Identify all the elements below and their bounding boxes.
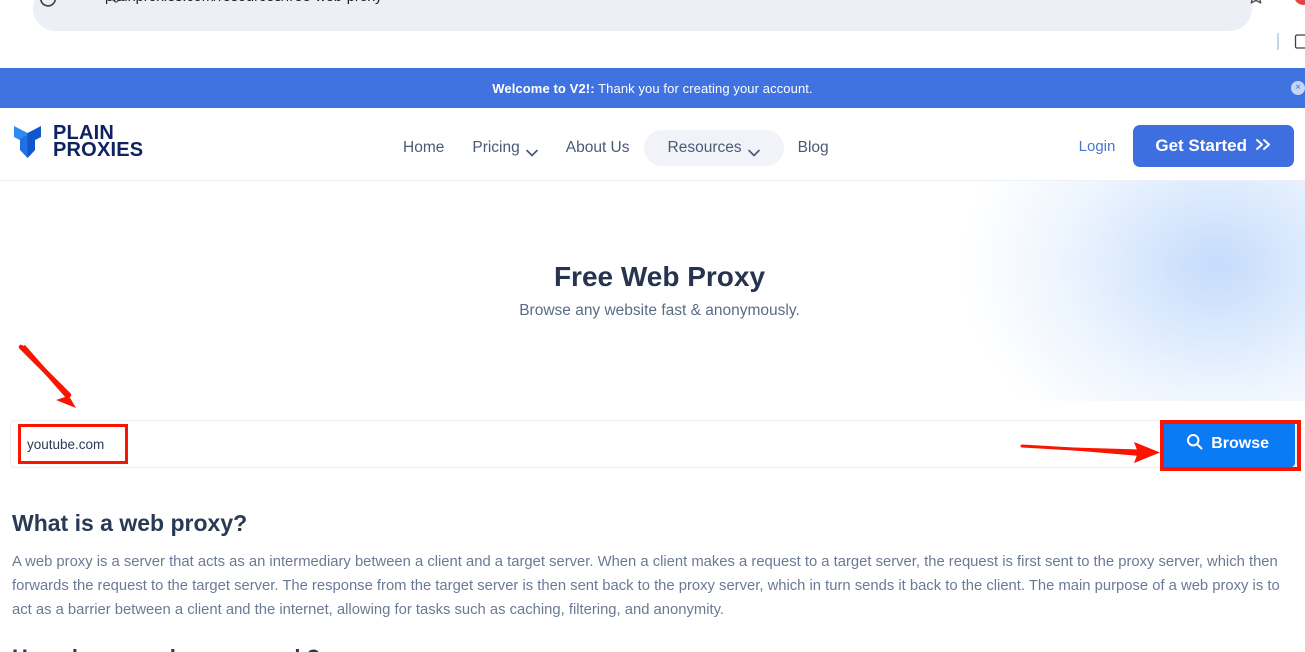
chevron-down-icon (747, 144, 760, 157)
site-logo-text: PLAIN PROXIES (53, 123, 144, 161)
nav-label-pricing: Pricing (472, 139, 520, 156)
site-header: PLAIN PROXIES Home Pricing About Us Reso… (0, 108, 1305, 181)
nav-item-resources[interactable]: Resources (643, 130, 784, 166)
site-logo[interactable]: PLAIN PROXIES (11, 122, 143, 162)
profile-avatar-icon[interactable] (1294, 0, 1305, 5)
reload-icon[interactable] (37, 0, 59, 10)
welcome-banner-text: Welcome to V2!: Thank you for creating y… (492, 81, 812, 96)
page-title: Free Web Proxy (553, 261, 766, 292)
proxy-search-bar: Browse (10, 420, 1297, 468)
section-heading-what-is-a-web-proxy: What is a web proxy? (12, 510, 248, 536)
get-started-label: Get Started (1155, 136, 1247, 155)
section-body-what-is-a-web-proxy: A web proxy is a server that acts as an … (12, 554, 1280, 618)
get-started-button[interactable]: Get Started (1133, 125, 1294, 167)
nav-label-about-us: About Us (565, 139, 630, 156)
chevron-down-icon (525, 144, 538, 157)
extension-icon[interactable] (1294, 33, 1305, 50)
logo-line-2: PROXIES (53, 139, 144, 161)
nav-label-resources: Resources (667, 139, 742, 156)
welcome-banner: Welcome to V2!: Thank you for creating y… (0, 68, 1305, 108)
nav-label-home: Home (403, 139, 445, 156)
url-text[interactable]: plainproxies.com/resources/free-web-prox… (105, 0, 382, 9)
close-icon[interactable]: × (1291, 81, 1305, 95)
nav-item-home[interactable]: Home (389, 130, 458, 166)
nav-item-blog[interactable]: Blog (784, 130, 843, 166)
article-content: What is a web proxy? A web proxy is a se… (0, 490, 1305, 652)
search-icon (1186, 433, 1203, 455)
browse-button-label: Browse (1211, 435, 1269, 452)
browse-button[interactable]: Browse (1160, 421, 1295, 467)
toolbar-divider (1277, 33, 1279, 50)
main-nav: Home Pricing About Us Resources Blog (389, 130, 843, 166)
plainproxies-logo-icon (11, 122, 44, 162)
url-input[interactable] (27, 422, 477, 466)
welcome-banner-title: Welcome to V2!: (492, 80, 595, 96)
star-icon[interactable] (1246, 0, 1266, 6)
omnibox[interactable]: plainproxies.com/resources/free-web-prox… (33, 0, 1305, 31)
nav-label-blog: Blog (797, 139, 829, 156)
login-link[interactable]: Login (1079, 138, 1116, 155)
page-root: plainproxies.com/resources/free-web-prox… (0, 0, 1305, 652)
section-heading-how-does-a-web-proxy-work: How does a web proxy work? (12, 645, 1293, 652)
nav-item-about-us[interactable]: About Us (552, 130, 644, 166)
welcome-banner-message: Thank you for creating your account. (594, 80, 813, 96)
header-actions: Login Get Started (1079, 125, 1294, 167)
double-chevron-right-icon (1255, 136, 1272, 156)
nav-item-pricing[interactable]: Pricing (458, 130, 551, 166)
page-subtitle: Browse any website fast & anonymously. (519, 302, 800, 319)
browser-toolbar: plainproxies.com/resources/free-web-prox… (0, 0, 1305, 60)
